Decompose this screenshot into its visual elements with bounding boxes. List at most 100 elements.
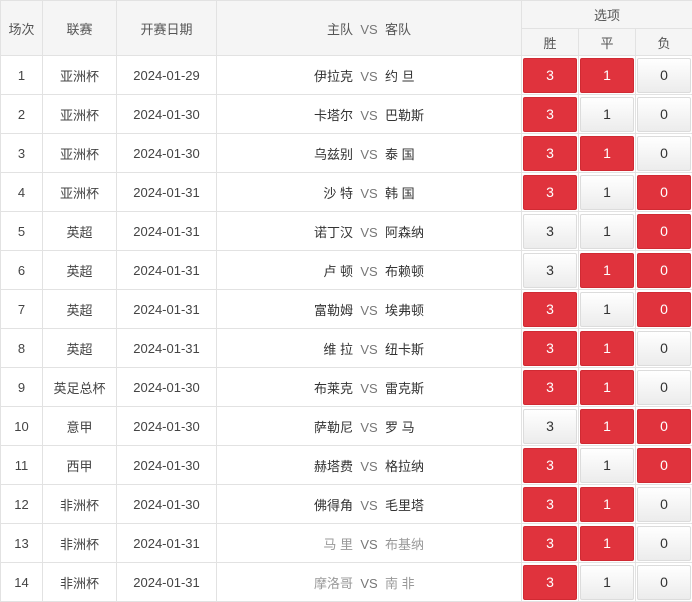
match-date: 2024-01-30 <box>117 446 217 485</box>
draw-option-button[interactable]: 1 <box>580 409 634 444</box>
league-name: 非洲杯 <box>43 485 117 524</box>
win-option-button[interactable]: 3 <box>523 175 577 210</box>
match-table: 场次 联赛 开赛日期 主队VS客队 选项 胜 平 负 1亚洲杯2024-01-2… <box>0 0 692 602</box>
away-team: 布赖顿 <box>385 261 445 280</box>
win-option-button[interactable]: 3 <box>523 136 577 171</box>
vs-label: VS <box>353 498 385 513</box>
round-number: 6 <box>1 251 43 290</box>
option-cell: 3 <box>522 368 579 407</box>
draw-option-button[interactable]: 1 <box>580 331 634 366</box>
option-cell: 3 <box>522 446 579 485</box>
win-option-button[interactable]: 3 <box>523 97 577 132</box>
win-option-button[interactable]: 3 <box>523 487 577 522</box>
win-option-button[interactable]: 3 <box>523 526 577 561</box>
match-date: 2024-01-30 <box>117 407 217 446</box>
lose-option-button[interactable]: 0 <box>637 253 691 288</box>
win-option-button[interactable]: 3 <box>523 331 577 366</box>
table-row: 11西甲2024-01-30赫塔费VS格拉纳310 <box>1 446 692 485</box>
home-team: 马 里 <box>293 534 353 553</box>
win-option-button[interactable]: 3 <box>523 448 577 483</box>
league-name: 西甲 <box>43 446 117 485</box>
header-away: 客队 <box>385 19 445 38</box>
vs-label: VS <box>353 420 385 435</box>
win-option-button[interactable]: 3 <box>523 253 577 288</box>
lose-option-button[interactable]: 0 <box>637 370 691 405</box>
draw-option-button[interactable]: 1 <box>580 370 634 405</box>
lose-option-button[interactable]: 0 <box>637 175 691 210</box>
option-cell: 1 <box>579 290 636 329</box>
draw-option-button[interactable]: 1 <box>580 214 634 249</box>
option-cell: 0 <box>636 329 692 368</box>
lose-option-button[interactable]: 0 <box>637 58 691 93</box>
win-option-button[interactable]: 3 <box>523 409 577 444</box>
away-team: 毛里塔 <box>385 495 445 514</box>
match-teams: 乌兹别VS泰 国 <box>217 134 522 173</box>
lose-option-button[interactable]: 0 <box>637 448 691 483</box>
away-team: 韩 国 <box>385 183 445 202</box>
lose-option-button[interactable]: 0 <box>637 97 691 132</box>
match-teams: 马 里VS布基纳 <box>217 524 522 563</box>
round-number: 7 <box>1 290 43 329</box>
table-row: 14非洲杯2024-01-31摩洛哥VS南 非310 <box>1 563 692 602</box>
draw-option-button[interactable]: 1 <box>580 448 634 483</box>
home-team: 伊拉克 <box>293 66 353 85</box>
lose-option-button[interactable]: 0 <box>637 409 691 444</box>
lose-option-button[interactable]: 0 <box>637 565 691 600</box>
round-number: 12 <box>1 485 43 524</box>
option-cell: 1 <box>579 563 636 602</box>
home-team: 维 拉 <box>293 339 353 358</box>
win-option-button[interactable]: 3 <box>523 370 577 405</box>
option-cell: 0 <box>636 368 692 407</box>
option-cell: 3 <box>522 212 579 251</box>
away-team: 纽卡斯 <box>385 339 445 358</box>
match-teams: 维 拉VS纽卡斯 <box>217 329 522 368</box>
match-teams: 诺丁汉VS阿森纳 <box>217 212 522 251</box>
table-row: 3亚洲杯2024-01-30乌兹别VS泰 国310 <box>1 134 692 173</box>
table-row: 5英超2024-01-31诺丁汉VS阿森纳310 <box>1 212 692 251</box>
match-date: 2024-01-30 <box>117 95 217 134</box>
option-cell: 3 <box>522 524 579 563</box>
lose-option-button[interactable]: 0 <box>637 526 691 561</box>
win-option-button[interactable]: 3 <box>523 565 577 600</box>
option-cell: 1 <box>579 173 636 212</box>
draw-option-button[interactable]: 1 <box>580 565 634 600</box>
option-cell: 0 <box>636 212 692 251</box>
header-round: 场次 <box>1 1 43 56</box>
match-date: 2024-01-30 <box>117 368 217 407</box>
round-number: 4 <box>1 173 43 212</box>
option-cell: 1 <box>579 134 636 173</box>
header-league: 联赛 <box>43 1 117 56</box>
option-cell: 1 <box>579 407 636 446</box>
home-team: 摩洛哥 <box>293 573 353 592</box>
lose-option-button[interactable]: 0 <box>637 331 691 366</box>
round-number: 8 <box>1 329 43 368</box>
win-option-button[interactable]: 3 <box>523 214 577 249</box>
draw-option-button[interactable]: 1 <box>580 526 634 561</box>
option-cell: 0 <box>636 95 692 134</box>
draw-option-button[interactable]: 1 <box>580 136 634 171</box>
draw-option-button[interactable]: 1 <box>580 97 634 132</box>
round-number: 3 <box>1 134 43 173</box>
home-team: 沙 特 <box>293 183 353 202</box>
lose-option-button[interactable]: 0 <box>637 214 691 249</box>
draw-option-button[interactable]: 1 <box>580 487 634 522</box>
away-team: 阿森纳 <box>385 222 445 241</box>
lose-option-button[interactable]: 0 <box>637 292 691 327</box>
draw-option-button[interactable]: 1 <box>580 58 634 93</box>
vs-label: VS <box>353 459 385 474</box>
home-team: 富勒姆 <box>293 300 353 319</box>
league-name: 英超 <box>43 251 117 290</box>
match-date: 2024-01-30 <box>117 485 217 524</box>
match-date: 2024-01-30 <box>117 134 217 173</box>
win-option-button[interactable]: 3 <box>523 58 577 93</box>
win-option-button[interactable]: 3 <box>523 292 577 327</box>
draw-option-button[interactable]: 1 <box>580 292 634 327</box>
table-row: 13非洲杯2024-01-31马 里VS布基纳310 <box>1 524 692 563</box>
option-cell: 1 <box>579 251 636 290</box>
home-team: 卢 顿 <box>293 261 353 280</box>
lose-option-button[interactable]: 0 <box>637 487 691 522</box>
draw-option-button[interactable]: 1 <box>580 253 634 288</box>
draw-option-button[interactable]: 1 <box>580 175 634 210</box>
lose-option-button[interactable]: 0 <box>637 136 691 171</box>
header-draw: 平 <box>579 29 636 56</box>
